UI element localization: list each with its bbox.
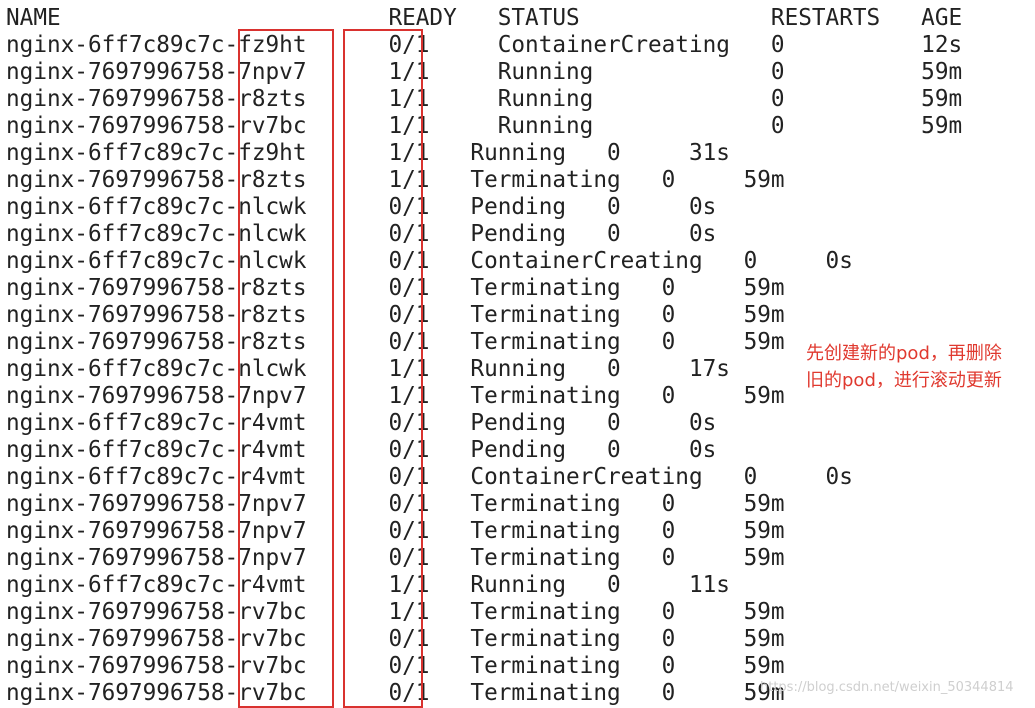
terminal-line: nginx-7697996758-7npv7 1/1 Running 0 59m bbox=[6, 59, 963, 85]
terminal-line: nginx-6ff7c89c7c-r4vmt 0/1 ContainerCrea… bbox=[6, 464, 853, 490]
pod-suffix-highlight-box bbox=[238, 29, 334, 708]
terminal-line: nginx-6ff7c89c7c-nlcwk 0/1 ContainerCrea… bbox=[6, 248, 853, 274]
ready-column-highlight-box bbox=[343, 29, 423, 708]
annotation-note: 先创建新的pod，再删除旧的pod，进行滚动更新 bbox=[806, 343, 1002, 391]
terminal-header-line: NAME READY STATUS RESTARTS AGE bbox=[6, 5, 963, 31]
terminal-line: nginx-7697996758-rv7bc 1/1 Running 0 59m bbox=[6, 113, 963, 139]
terminal-line: nginx-7697996758-r8zts 1/1 Running 0 59m bbox=[6, 86, 963, 112]
watermark: https://blog.csdn.net/weixin_50344814 bbox=[760, 680, 1014, 695]
terminal-line: nginx-6ff7c89c7c-fz9ht 0/1 ContainerCrea… bbox=[6, 32, 963, 58]
